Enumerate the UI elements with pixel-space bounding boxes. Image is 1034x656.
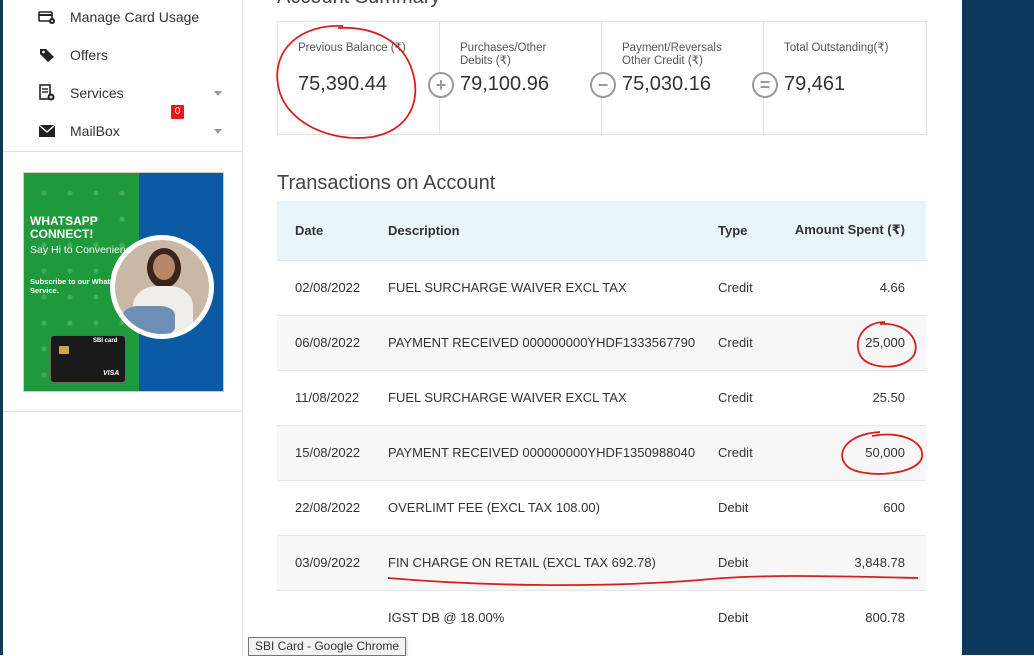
- summary-value: 75,030.16: [622, 73, 711, 95]
- row-description: OVERLIMT FEE (EXCL TAX 108.00): [388, 479, 718, 535]
- sidebar-item-label: Services: [70, 85, 124, 101]
- row-date: 11/08/2022: [277, 369, 388, 425]
- page-side-band: [962, 0, 1034, 655]
- summary-previous-balance: Previous Balance (₹) 75,390.44: [278, 22, 440, 134]
- visa-logo: VISA: [103, 370, 120, 377]
- table-row: 11/08/2022 FUEL SURCHARGE WAIVER EXCL TA…: [277, 369, 926, 425]
- sidebar-divider: [3, 411, 242, 412]
- summary-purchases: Purchases/Other Debits (₹) 79,100.96: [440, 22, 602, 134]
- sidebar-item-mailbox[interactable]: MailBox 0: [3, 105, 242, 150]
- row-description: FUEL SURCHARGE WAIVER EXCL TAX: [388, 369, 718, 425]
- card-settings-icon: [37, 7, 57, 27]
- table-row: 03/09/2022 FIN CHARGE ON RETAIL (EXCL TA…: [277, 534, 926, 590]
- equals-icon: =: [752, 72, 778, 98]
- sidebar-item-label: MailBox: [70, 123, 120, 139]
- row-type: Credit: [718, 369, 778, 425]
- transactions-table: Date Description Type Amount Spent (₹) 0…: [277, 201, 926, 645]
- minus-icon: −: [590, 72, 616, 98]
- promo-headline: WHATSAPP CONNECT!: [30, 214, 98, 241]
- unread-count-badge: 0: [171, 105, 184, 119]
- summary-label: Previous Balance (₹): [298, 42, 406, 54]
- window-tooltip: SBI Card - Google Chrome: [248, 637, 407, 656]
- row-type: Debit: [718, 534, 778, 590]
- account-summary-title: Account Summary: [277, 0, 440, 9]
- row-type: Credit: [718, 259, 778, 315]
- envelope-icon: [37, 121, 57, 141]
- sidebar-item-manage-card-usage[interactable]: Manage Card Usage: [3, 0, 242, 36]
- tag-icon: [37, 45, 57, 65]
- sidebar: Manage Card Usage Offers Services MailBo…: [3, 0, 243, 655]
- chevron-down-icon[interactable]: [214, 90, 222, 96]
- summary-label: Purchases/Other Debits (₹): [460, 42, 547, 67]
- summary-total-outstanding: Total Outstanding(₹) 79,461: [764, 22, 926, 134]
- row-type: Credit: [718, 314, 778, 370]
- sidebar-item-offers[interactable]: Offers: [3, 36, 242, 74]
- whatsapp-promo-banner[interactable]: WHATSAPP CONNECT! Say Hi to Convenience.…: [23, 172, 224, 392]
- row-amount: 25.50: [778, 369, 926, 425]
- row-date: 22/08/2022: [277, 479, 388, 535]
- row-amount: 50,000: [778, 424, 926, 480]
- column-header-amount: Amount Spent (₹): [794, 222, 905, 238]
- row-date: 03/09/2022: [277, 534, 388, 590]
- table-row: 22/08/2022 OVERLIMT FEE (EXCL TAX 108.00…: [277, 479, 926, 535]
- column-header-date: Date: [295, 222, 324, 238]
- promo-photo: [115, 240, 209, 334]
- row-amount: 25,000: [778, 314, 926, 370]
- row-amount: 800.78: [778, 589, 926, 645]
- sidebar-item-services[interactable]: Services: [3, 74, 242, 112]
- row-description: PAYMENT RECEIVED 000000000YHDF1350988040: [388, 424, 718, 480]
- row-amount: 600: [778, 479, 926, 535]
- card-brand: SBI card: [93, 338, 118, 344]
- row-amount: 4.66: [778, 259, 926, 315]
- row-description: FIN CHARGE ON RETAIL (EXCL TAX 692.78): [388, 534, 718, 590]
- row-description: IGST DB @ 18.00%: [388, 589, 718, 645]
- summary-value: 79,461: [784, 73, 846, 95]
- sidebar-item-label: Offers: [70, 47, 108, 63]
- chevron-down-icon[interactable]: [214, 128, 222, 134]
- transactions-title: Transactions on Account: [277, 172, 496, 194]
- plus-icon: +: [428, 72, 454, 98]
- row-amount: 3,848.78: [778, 534, 926, 590]
- row-date: 06/08/2022: [277, 314, 388, 370]
- row-type: Credit: [718, 424, 778, 480]
- table-row: 06/08/2022 PAYMENT RECEIVED 000000000YHD…: [277, 314, 926, 370]
- table-row: 02/08/2022 FUEL SURCHARGE WAIVER EXCL TA…: [277, 259, 926, 315]
- column-header-description: Description: [388, 222, 460, 238]
- sidebar-divider: [3, 151, 242, 152]
- row-description: PAYMENT RECEIVED 000000000YHDF1333567790: [388, 314, 718, 370]
- table-header-row: Date Description Type Amount Spent (₹): [277, 201, 926, 260]
- credit-card-image: SBI card VISA: [50, 335, 126, 383]
- card-chip-icon: [59, 346, 69, 354]
- summary-payments: Payment/Reversals Other Credit (₹) 75,03…: [602, 22, 764, 134]
- summary-value: 79,100.96: [460, 73, 549, 95]
- sidebar-item-label: Manage Card Usage: [70, 9, 200, 25]
- summary-label: Total Outstanding(₹): [784, 42, 889, 54]
- summary-value: 75,390.44: [298, 73, 387, 95]
- services-icon: [37, 83, 57, 103]
- column-header-type: Type: [718, 222, 748, 238]
- table-row: 15/08/2022 PAYMENT RECEIVED 000000000YHD…: [277, 424, 926, 480]
- row-date: 02/08/2022: [277, 259, 388, 315]
- row-description: FUEL SURCHARGE WAIVER EXCL TAX: [388, 259, 718, 315]
- summary-label: Payment/Reversals Other Credit (₹): [622, 42, 722, 67]
- row-date: 15/08/2022: [277, 424, 388, 480]
- account-summary-box: Previous Balance (₹) 75,390.44 Purchases…: [277, 21, 927, 135]
- row-type: Debit: [718, 589, 778, 645]
- row-type: Debit: [718, 479, 778, 535]
